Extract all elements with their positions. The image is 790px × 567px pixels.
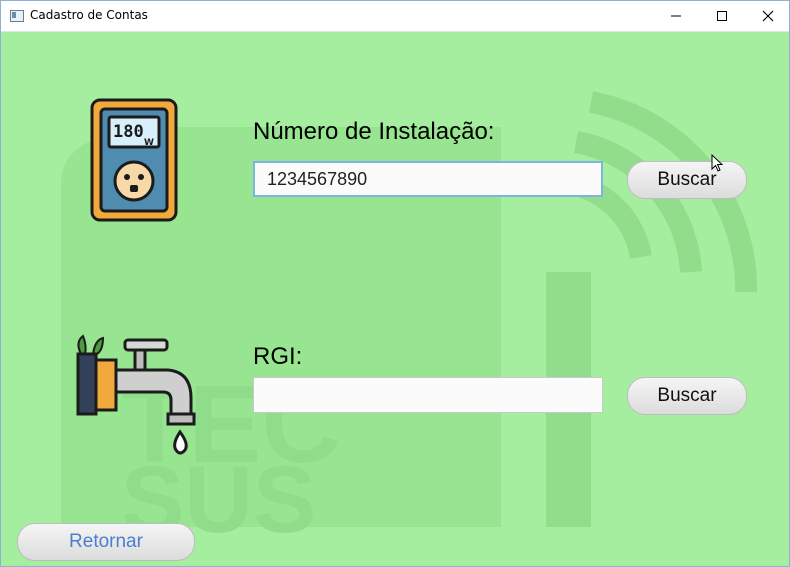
water-faucet-icon [76,334,196,455]
window-title: Cadastro de Contas [30,8,148,22]
rgi-search-button[interactable]: Buscar [627,377,747,415]
close-button[interactable] [745,1,789,31]
meter-display-value: 180 [113,122,144,142]
title-bar: Cadastro de Contas [1,1,789,32]
minimize-button[interactable] [653,1,699,31]
return-button[interactable]: Retornar [17,523,195,561]
energy-meter-icon: 180 W [90,98,178,222]
meter-display-unit: W [144,138,154,148]
app-window: Cadastro de Contas TEC SUS 180 W Número … [0,0,790,567]
installation-number-label: Número de Instalação: [253,118,495,145]
maximize-button[interactable] [699,1,745,31]
form-area: TEC SUS 180 W Número de Instalação: 1234… [1,32,789,566]
app-icon [10,10,24,22]
installation-number-input[interactable] [253,161,603,197]
close-icon [762,10,774,22]
maximize-icon [717,11,727,21]
rgi-input[interactable] [253,377,603,413]
installation-search-button[interactable]: Buscar [627,161,747,199]
rgi-label: RGI: [253,343,303,370]
mouse-cursor-icon [711,154,724,172]
minimize-icon [671,15,681,17]
